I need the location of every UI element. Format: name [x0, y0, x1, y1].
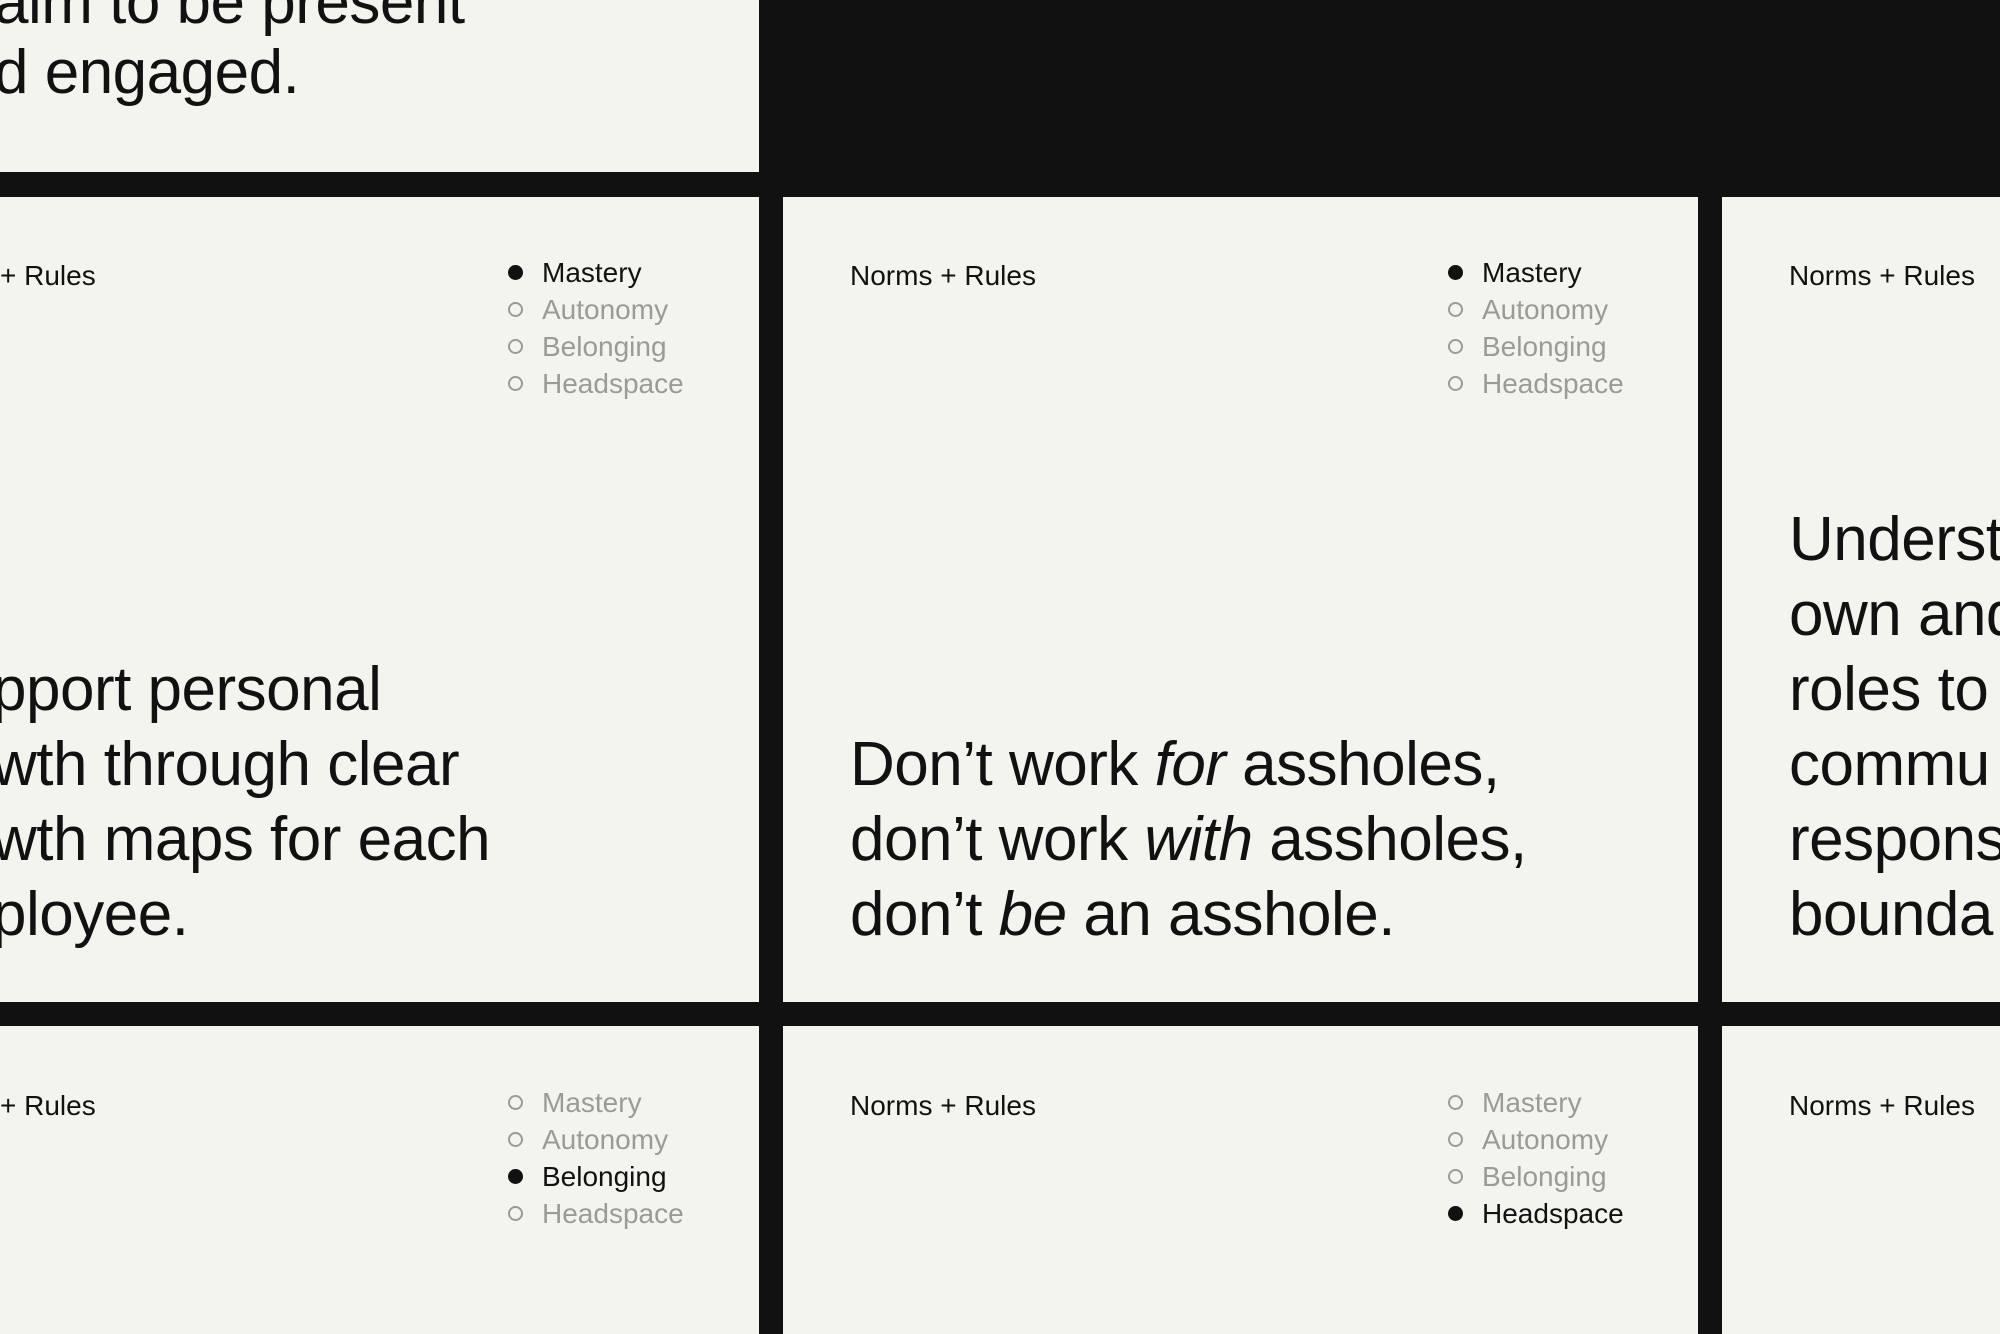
card-bottom-center: Norms + Rules Mastery Autonomy Belonging… [783, 1026, 1698, 1334]
empty-dot-icon [508, 1095, 523, 1110]
statement-line: d engaged. [0, 38, 300, 107]
statement-line: commu [1789, 730, 1990, 799]
statement-line: Don’t work for assholes, [850, 727, 1527, 802]
statement-line: don’t work with assholes, [850, 802, 1527, 877]
legend-label: Headspace [542, 1197, 684, 1229]
filled-dot-icon [508, 1169, 523, 1184]
card-mid-left: + Rules Mastery Autonomy Belonging Heads… [0, 197, 759, 1002]
legend-item-autonomy: Autonomy [1448, 291, 1624, 328]
empty-dot-icon [508, 1132, 523, 1147]
card-category-label: + Rules [0, 1090, 96, 1121]
card-category-label: Norms + Rules [1789, 260, 1975, 291]
statement-line: wth through clear [0, 730, 460, 799]
empty-dot-icon [1448, 1169, 1463, 1184]
card-top-left: aim to be present d engaged. [0, 0, 759, 172]
card-statement: pport personal wth through clear wth map… [0, 652, 491, 952]
empty-dot-icon [1448, 339, 1463, 354]
empty-dot-icon [508, 302, 523, 317]
legend-item-headspace: Headspace [1448, 365, 1624, 402]
legend-item-headspace: Headspace [1448, 1195, 1624, 1232]
empty-dot-icon [508, 339, 523, 354]
empty-dot-icon [1448, 1132, 1463, 1147]
statement-line: aim to be present [0, 0, 465, 37]
legend-item-autonomy: Autonomy [1448, 1121, 1624, 1158]
legend-label: Mastery [542, 1086, 642, 1118]
empty-dot-icon [1448, 1095, 1463, 1110]
statement-emphasis: for [1154, 730, 1226, 799]
statement-line: respons [1789, 805, 2000, 874]
legend-item-autonomy: Autonomy [508, 1121, 684, 1158]
statement-line: bounda [1789, 880, 1993, 949]
legend-item-belonging: Belonging [1448, 1158, 1624, 1195]
filled-dot-icon [508, 265, 523, 280]
legend-label: Headspace [1482, 1197, 1624, 1229]
statement-emphasis: with [1144, 805, 1253, 874]
legend-item-mastery: Mastery [1448, 1084, 1624, 1121]
legend-label: Belonging [542, 330, 667, 362]
legend-item-belonging: Belonging [508, 1158, 684, 1195]
legend-item-headspace: Headspace [508, 1195, 684, 1232]
legend-label: Autonomy [542, 1123, 669, 1155]
statement-text: don’t work [850, 805, 1145, 874]
statement-line: ployee. [0, 880, 189, 949]
legend-label: Mastery [1482, 1086, 1582, 1118]
legend-item-mastery: Mastery [1448, 254, 1624, 291]
statement-line: don’t be an asshole. [850, 877, 1527, 952]
legend-label: Belonging [1482, 330, 1607, 362]
card-category-label: Norms + Rules [1789, 1090, 1975, 1121]
statement-line: Underst [1789, 505, 2000, 574]
pillar-legend: Mastery Autonomy Belonging Headspace [508, 254, 684, 402]
statement-emphasis: be [998, 880, 1067, 949]
card-statement: Underst own and roles to commu respons b… [1789, 502, 2000, 952]
legend-label: Belonging [1482, 1160, 1607, 1192]
card-category-label: Norms + Rules [850, 260, 1036, 291]
empty-dot-icon [508, 376, 523, 391]
statement-line: wth maps for each [0, 805, 491, 874]
filled-dot-icon [1448, 265, 1463, 280]
pillar-legend: Mastery Autonomy Belonging Headspace [1448, 254, 1624, 402]
pillar-legend: Mastery Autonomy Belonging Headspace [508, 1084, 684, 1232]
card-mid-right: Norms + Rules Underst own and roles to c… [1722, 197, 2000, 1002]
legend-label: Belonging [542, 1160, 667, 1192]
legend-label: Mastery [542, 256, 642, 288]
statement-line: pport personal [0, 655, 382, 724]
empty-dot-icon [508, 1206, 523, 1221]
legend-item-headspace: Headspace [508, 365, 684, 402]
legend-label: Headspace [542, 367, 684, 399]
legend-label: Mastery [1482, 256, 1582, 288]
statement-text: don’t [850, 880, 999, 949]
card-category-label: Norms + Rules [850, 1090, 1036, 1121]
statement-line: roles to [1789, 655, 1989, 724]
statement-text: assholes, [1225, 730, 1500, 799]
legend-label: Autonomy [542, 293, 669, 325]
legend-item-autonomy: Autonomy [508, 291, 684, 328]
card-category-label: + Rules [0, 260, 96, 291]
empty-dot-icon [1448, 376, 1463, 391]
statement-text: Don’t work [850, 730, 1155, 799]
filled-dot-icon [1448, 1206, 1463, 1221]
legend-label: Autonomy [1482, 293, 1609, 325]
empty-dot-icon [1448, 302, 1463, 317]
legend-item-belonging: Belonging [508, 328, 684, 365]
card-bottom-right: Norms + Rules [1722, 1026, 2000, 1334]
statement-text: assholes, [1252, 805, 1527, 874]
legend-item-belonging: Belonging [1448, 328, 1624, 365]
legend-item-mastery: Mastery [508, 1084, 684, 1121]
statement-line: own and [1789, 580, 2000, 649]
card-statement: aim to be present d engaged. [0, 0, 465, 108]
card-statement: Don’t work for assholes, don’t work with… [850, 727, 1527, 952]
pillar-legend: Mastery Autonomy Belonging Headspace [1448, 1084, 1624, 1232]
legend-item-mastery: Mastery [508, 254, 684, 291]
statement-text: an asshole. [1066, 880, 1395, 949]
card-bottom-left: + Rules Mastery Autonomy Belonging Heads… [0, 1026, 759, 1334]
legend-label: Headspace [1482, 367, 1624, 399]
card-mid-center: Norms + Rules Mastery Autonomy Belonging… [783, 197, 1698, 1002]
legend-label: Autonomy [1482, 1123, 1609, 1155]
